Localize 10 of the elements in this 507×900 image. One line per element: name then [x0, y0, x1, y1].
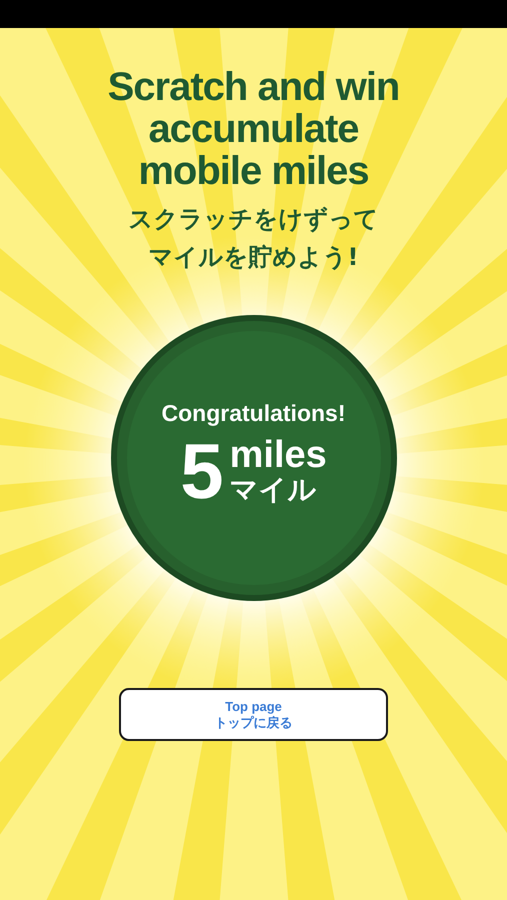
subheadline: マイルを貯めよう! [148, 242, 358, 273]
headline: accumulate [148, 108, 359, 150]
mile-amount: 5 [180, 432, 224, 510]
subheadline: スクラッチをけずって [128, 204, 378, 235]
top-page-button[interactable]: Top page トップに戻る [119, 688, 388, 741]
headline: mobile miles [138, 150, 369, 192]
unit-ja-text: マイル [230, 474, 318, 506]
headline: Scratch and win [108, 66, 400, 108]
unit-text: miles [230, 436, 327, 474]
congratulations-text: Congratulations! [162, 398, 346, 428]
